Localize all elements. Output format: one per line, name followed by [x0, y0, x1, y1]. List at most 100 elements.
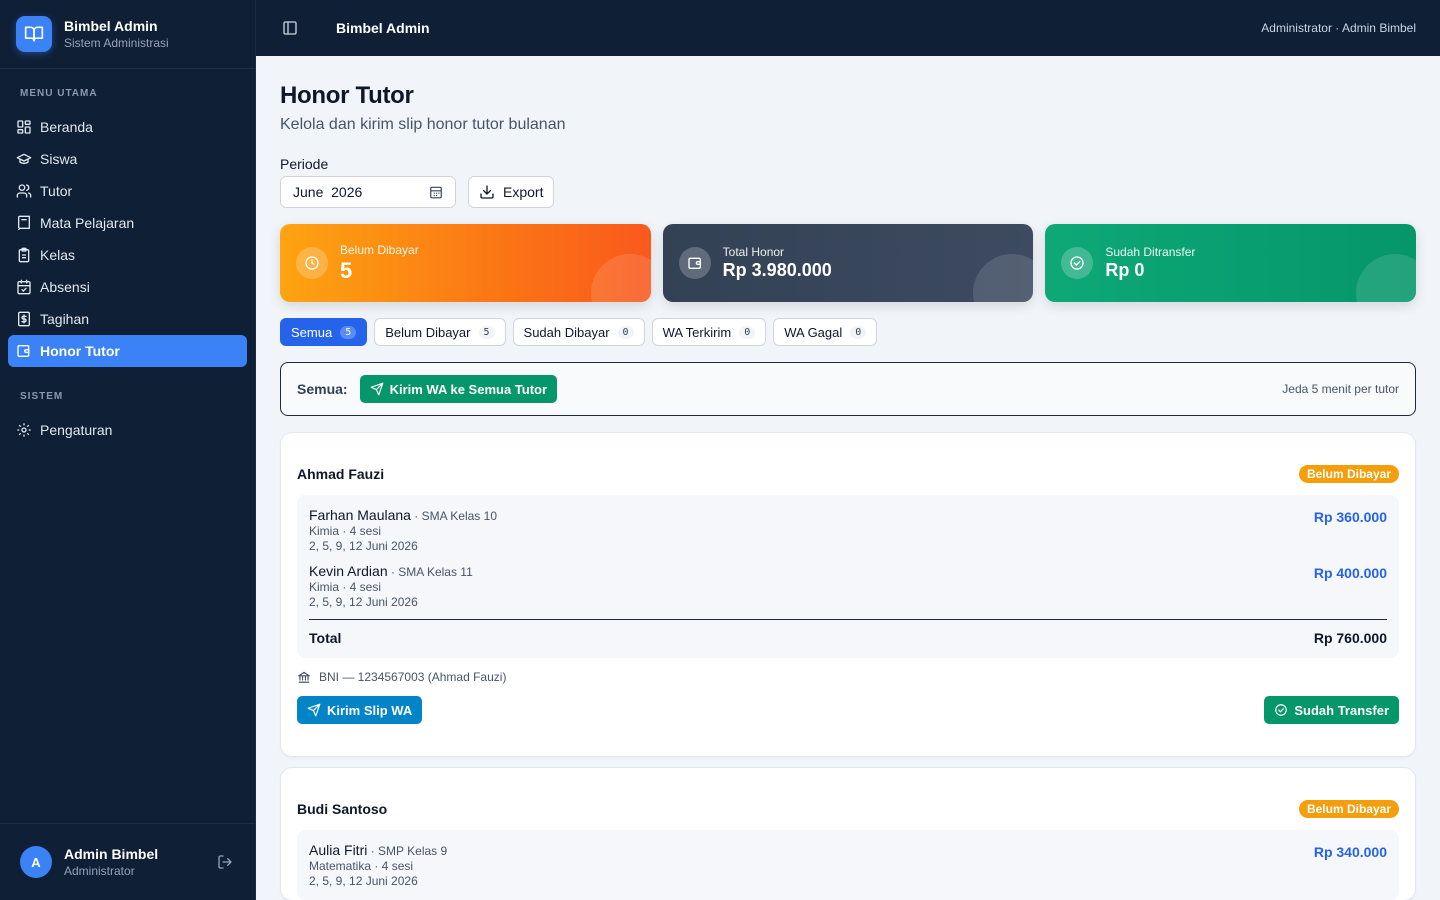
sidebar-item-label: Absensi: [40, 279, 90, 295]
mark-transferred-button[interactable]: Sudah Transfer: [1264, 696, 1399, 724]
stat-label: Belum Dibayar: [340, 242, 419, 257]
brand-subtitle: Sistem Administrasi: [64, 36, 169, 50]
sidebar-item-honor-tutor[interactable]: Honor Tutor: [8, 335, 247, 367]
stat-value: Rp 0: [1105, 260, 1145, 280]
bank-icon: [298, 671, 310, 683]
gear-icon: [17, 423, 31, 437]
user-panel: A Admin Bimbel Administrator: [0, 823, 255, 900]
list-item: Farhan Maulana · SMA Kelas 10 Kimia · 4 …: [309, 507, 1387, 553]
calendar-check-icon: [17, 279, 31, 295]
sidebar-item-absensi[interactable]: Absensi: [8, 271, 247, 303]
student-class: · SMA Kelas 10: [410, 509, 497, 523]
send-all-wa-label: Kirim WA ke Semua Tutor: [389, 381, 548, 397]
total-amount: Rp 760.000: [1313, 630, 1387, 646]
send-all-wa-button[interactable]: Kirim WA ke Semua Tutor: [359, 375, 558, 403]
session-dates: 2, 5, 9, 12 Juni 2026: [309, 874, 418, 888]
page-subtitle: Kelola dan kirim slip honor tutor bulana…: [280, 116, 566, 133]
item-amount: Rp 400.000: [1313, 565, 1387, 581]
status-badge: Belum Dibayar: [1298, 465, 1399, 483]
honor-details: Aulia Fitri · SMP Kelas 9 Matematika · 4…: [297, 830, 1399, 900]
wallet-icon: [17, 345, 30, 357]
session-dates: 2, 5, 9, 12 Juni 2026: [309, 539, 418, 553]
stat-card-unpaid: Belum Dibayar 5: [280, 224, 651, 302]
main-content: Honor Tutor Kelola dan kirim slip honor …: [256, 56, 1440, 900]
subject-sessions: Kimia · 4 sesi: [309, 524, 382, 538]
session-dates: 2, 5, 9, 12 Juni 2026: [309, 595, 418, 609]
filter-count: 0: [850, 325, 867, 339]
logout-icon[interactable]: [215, 852, 235, 872]
section-label-main: MENU UTAMA: [20, 88, 98, 99]
filter-tab-wa-gagal[interactable]: WA Gagal 0: [773, 318, 878, 346]
page-title: Honor Tutor: [280, 82, 414, 109]
filter-tab-belum-dibayar[interactable]: Belum Dibayar 5: [374, 318, 506, 346]
sidebar: Bimbel Admin Sistem Administrasi MENU UT…: [0, 0, 256, 900]
send-slip-wa-button[interactable]: Kirim Slip WA: [297, 696, 423, 724]
status-badge: Belum Dibayar: [1298, 800, 1399, 818]
list-item: Aulia Fitri · SMP Kelas 9 Matematika · 4…: [309, 842, 1387, 888]
student-class: · SMP Kelas 9: [367, 844, 448, 858]
periode-label: Periode: [280, 156, 329, 172]
stat-value: Rp 3.980.000: [722, 260, 832, 280]
list-item: Kevin Ardian · SMA Kelas 11 Kimia · 4 se…: [309, 563, 1387, 609]
book-open-icon: [16, 16, 52, 52]
sidebar-item-pengaturan[interactable]: Pengaturan: [8, 414, 247, 446]
sidebar-item-siswa[interactable]: Siswa: [8, 143, 247, 175]
check-circle-icon: [1061, 247, 1094, 279]
filter-tabs: Semua 5 Belum Dibayar 5 Sudah Dibayar 0 …: [280, 318, 1416, 346]
tutor-name: Ahmad Fauzi: [297, 466, 385, 482]
student-class: · SMA Kelas 11: [387, 565, 473, 579]
section-label-system: SISTEM: [20, 391, 64, 402]
student-name: Farhan Maulana: [309, 507, 411, 523]
dashboard-icon: [17, 120, 31, 134]
subject-sessions: Matematika · 4 sesi: [309, 859, 414, 873]
sidebar-item-beranda[interactable]: Beranda: [8, 111, 247, 143]
sidebar-toggle-icon[interactable]: [280, 18, 300, 38]
sidebar-item-label: Kelas: [40, 247, 76, 263]
sidebar-item-kelas[interactable]: Kelas: [8, 239, 247, 271]
filter-tab-sudah-dibayar[interactable]: Sudah Dibayar 0: [512, 318, 645, 346]
sidebar-item-label: Tagihan: [40, 311, 90, 327]
filter-tab-semua[interactable]: Semua 5: [280, 318, 368, 346]
student-name: Kevin Ardian: [309, 563, 388, 579]
subject-sessions: Kimia · 4 sesi: [309, 580, 382, 594]
bulk-label: Semua:: [297, 381, 348, 397]
system-nav: Pengaturan: [0, 414, 255, 446]
user-role: Administrator: [64, 864, 135, 878]
user-name: Admin Bimbel: [64, 846, 159, 862]
stat-label: Total Honor: [722, 245, 785, 259]
bulk-action-bar: Semua: Kirim WA ke Semua Tutor Jeda 5 me…: [280, 362, 1416, 416]
filter-tab-wa-terkirim[interactable]: WA Terkirim 0: [651, 318, 767, 346]
export-label: Export: [503, 184, 544, 200]
brand: Bimbel Admin Sistem Administrasi: [0, 0, 255, 69]
users-icon: [16, 184, 32, 198]
send-icon: [307, 703, 321, 717]
receipt-icon: [18, 311, 30, 327]
periode-input[interactable]: June 2026: [280, 176, 456, 208]
export-button[interactable]: Export: [468, 176, 555, 208]
graduation-cap-icon: [16, 153, 32, 164]
stats-row: Belum Dibayar 5 Total Honor Rp 3.980.000…: [280, 224, 1417, 302]
download-icon: [480, 185, 494, 199]
filter-label: Sudah Dibayar: [523, 324, 610, 340]
periode-value: June 2026: [293, 184, 363, 200]
filter-label: Semua: [291, 324, 333, 340]
topbar-title: Bimbel Admin: [336, 20, 430, 36]
stat-card-total: Total Honor Rp 3.980.000: [662, 224, 1034, 302]
calendar-icon: [430, 186, 442, 199]
tutor-card: Ahmad Fauzi Belum Dibayar Farhan Maulana…: [280, 432, 1416, 757]
main-nav: Beranda Siswa Tutor Mata Pelajaran Kelas…: [0, 111, 255, 367]
student-name: Aulia Fitri: [309, 842, 368, 858]
sidebar-item-label: Mata Pelajaran: [40, 215, 135, 231]
filter-count: 5: [478, 325, 495, 339]
sidebar-item-mata-pelajaran[interactable]: Mata Pelajaran: [8, 207, 247, 239]
sidebar-item-tagihan[interactable]: Tagihan: [8, 303, 247, 335]
filter-label: WA Terkirim: [662, 324, 732, 340]
bank-account: BNI — 1234567003 (Ahmad Fauzi): [319, 670, 507, 684]
honor-details: Farhan Maulana · SMA Kelas 10 Kimia · 4 …: [297, 495, 1399, 658]
stat-card-transferred: Sudah Ditransfer Rp 0: [1045, 224, 1417, 302]
filter-count: 0: [739, 325, 756, 339]
send-slip-label: Kirim Slip WA: [327, 702, 413, 718]
sidebar-item-label: Tutor: [40, 183, 73, 199]
sidebar-item-tutor[interactable]: Tutor: [8, 175, 247, 207]
total-row: Total Rp 760.000: [309, 619, 1387, 646]
